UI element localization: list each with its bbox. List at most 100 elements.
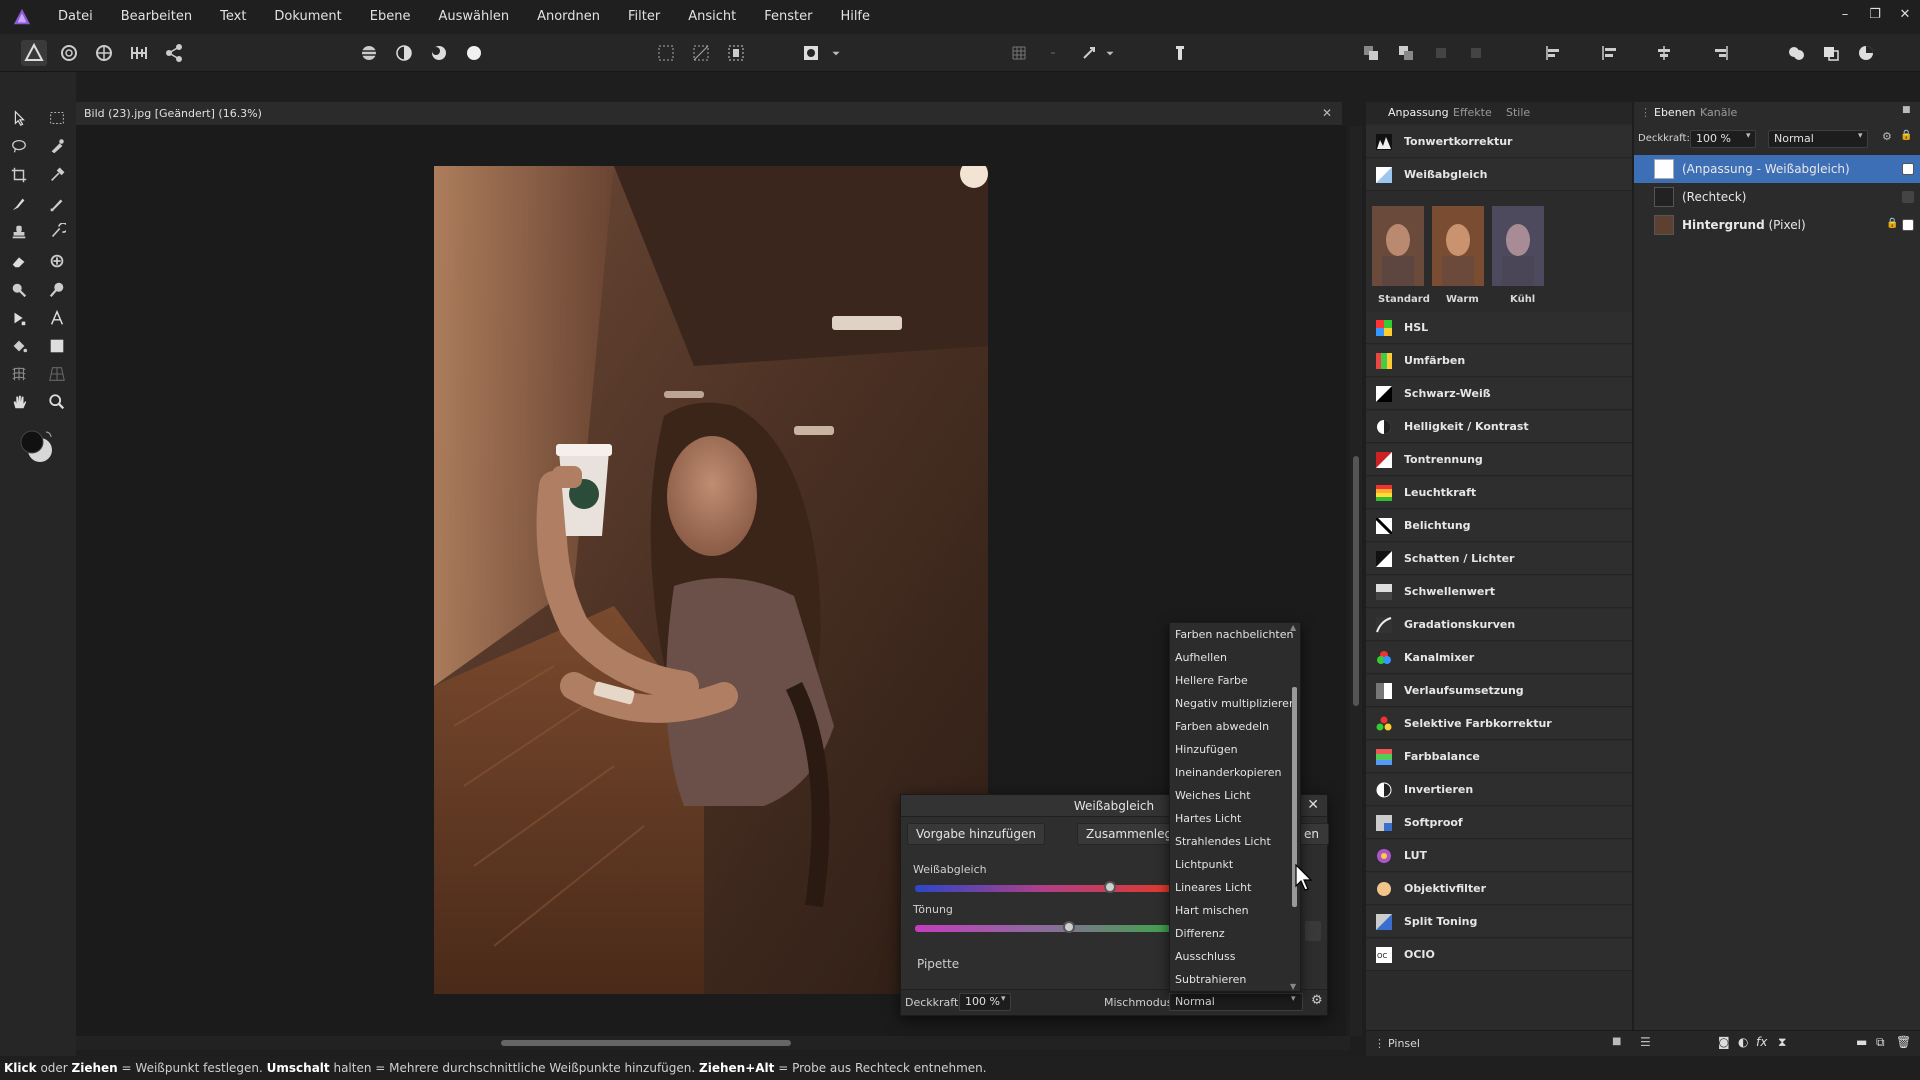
zoom-tool-icon[interactable] — [44, 390, 70, 414]
assistant-icon[interactable] — [1167, 40, 1193, 66]
panel-menu-icon[interactable]: ■ — [1902, 105, 1911, 115]
adj-item-leuchtkraft[interactable]: Leuchtkraft — [1366, 477, 1632, 509]
quick-mask-icon[interactable] — [798, 40, 824, 66]
drag-handle-icon[interactable]: ⋮ — [1374, 1037, 1385, 1050]
menu-text[interactable]: Text — [206, 0, 260, 34]
panel-menu-icon[interactable]: ■ — [1612, 1036, 1621, 1047]
blend-option[interactable]: Strahlendes Licht — [1170, 830, 1300, 853]
menu-dokument[interactable]: Dokument — [260, 0, 355, 34]
blend-option[interactable]: Weiches Licht — [1170, 784, 1300, 807]
tab-ebenen[interactable]: Ebenen — [1654, 106, 1695, 119]
adj-item-umfärben[interactable]: Umfärben — [1366, 345, 1632, 377]
close-window-button[interactable]: ✕ — [1890, 0, 1920, 34]
horizontal-scroll-thumb[interactable] — [501, 1040, 791, 1046]
adj-item-lut[interactable]: LUT — [1366, 840, 1632, 872]
restore-button[interactable]: ❐ — [1860, 0, 1890, 34]
tint-slider-knob[interactable] — [1062, 921, 1075, 933]
tab-effekte[interactable]: Effekte — [1453, 106, 1492, 119]
menu-filter[interactable]: Filter — [614, 0, 674, 34]
layer-row-white-balance[interactable]: (Anpassung - Weißabgleich) — [1634, 155, 1920, 183]
adj-item-ocio[interactable]: OC OCIO — [1366, 939, 1632, 971]
auto-contrast-icon[interactable] — [391, 40, 417, 66]
adj-item-softproof[interactable]: Softproof — [1366, 807, 1632, 839]
gear-icon[interactable]: ⚙ — [1311, 993, 1323, 1008]
group-icon[interactable]: ▬ — [1856, 1035, 1867, 1049]
auto-colors-icon[interactable] — [426, 40, 452, 66]
adj-item-schwarz-weiß[interactable]: Schwarz-Weiß — [1366, 378, 1632, 410]
boolean-subtract-icon[interactable] — [1818, 40, 1844, 66]
invert-selection-icon[interactable] — [723, 40, 749, 66]
blend-option[interactable]: Aufhellen — [1170, 646, 1300, 669]
adj-item-invertieren[interactable]: Invertieren — [1366, 774, 1632, 806]
text-tool-icon[interactable] — [44, 306, 70, 330]
white-balance-slider[interactable] — [915, 885, 1171, 892]
menu-bearbeiten[interactable]: Bearbeiten — [107, 0, 206, 34]
snapping-dropdown-icon[interactable] — [1104, 40, 1116, 66]
tab-anpassung[interactable]: Anpassung — [1388, 106, 1449, 119]
undo-brush-tool-icon[interactable] — [44, 220, 70, 244]
menu-ansicht[interactable]: Ansicht — [674, 0, 750, 34]
crop-tool-icon[interactable] — [6, 163, 32, 187]
preset-standard-thumbnail[interactable] — [1372, 206, 1424, 286]
export-persona-icon[interactable] — [161, 40, 187, 66]
node-tool-icon[interactable] — [6, 306, 32, 330]
rectangle-tool-icon[interactable] — [44, 334, 70, 358]
smudge-brush-tool-icon[interactable] — [44, 278, 70, 302]
layer-row-background[interactable]: Hintergrund (Pixel) 🔒 — [1634, 211, 1920, 239]
menu-datei[interactable]: Datei — [44, 0, 107, 34]
adj-item-gradationskurven[interactable]: Gradationskurven — [1366, 609, 1632, 641]
perspective-tool-icon[interactable] — [44, 362, 70, 386]
erase-brush-tool-icon[interactable] — [6, 249, 32, 273]
close-document-button[interactable]: ✕ — [1322, 106, 1332, 120]
canvas-horizontal-scrollbar[interactable] — [76, 1036, 1350, 1050]
menu-anordnen[interactable]: Anordnen — [523, 0, 614, 34]
adj-item-split-toning[interactable]: Split Toning — [1366, 906, 1632, 938]
view-tool-icon[interactable] — [6, 390, 32, 414]
live-filter-icon[interactable]: ⧗ — [1778, 1035, 1786, 1050]
layer-visibility-checkbox[interactable] — [1902, 191, 1914, 203]
adj-item-selektive-farbkorrektur[interactable]: Selektive Farbkorrektur — [1366, 708, 1632, 740]
menu-ebene[interactable]: Ebene — [356, 0, 425, 34]
blend-option[interactable]: Lineares Licht — [1170, 876, 1300, 899]
scroll-up-icon[interactable]: ▲ — [1290, 623, 1296, 632]
adj-item-verlaufsumsetzung[interactable]: Verlaufsumsetzung — [1366, 675, 1632, 707]
layers-opacity-dropdown-icon[interactable]: ▾ — [1746, 131, 1751, 141]
adj-item-kanalmixer[interactable]: Kanalmixer — [1366, 642, 1632, 674]
canvas-vertical-scrollbar[interactable] — [1350, 126, 1362, 1036]
layers-blend-dropdown-icon[interactable]: ▾ — [1858, 131, 1863, 141]
menu-fenster[interactable]: Fenster — [750, 0, 826, 34]
close-dialog-button[interactable]: ✕ — [1307, 797, 1319, 813]
lock-icon[interactable]: 🔒 — [1900, 130, 1912, 141]
auto-white-balance-icon[interactable] — [461, 40, 487, 66]
blend-option[interactable]: Ausschluss — [1170, 945, 1300, 968]
adj-item-farbbalance[interactable]: Farbbalance — [1366, 741, 1632, 773]
pixel-tool-icon[interactable] — [44, 192, 70, 216]
pipette-label[interactable]: Pipette — [917, 957, 959, 971]
adj-item-hsl[interactable]: HSL — [1366, 312, 1632, 344]
layer-visibility-checkbox[interactable] — [1902, 219, 1914, 231]
selection-brush-tool-icon[interactable] — [44, 134, 70, 158]
layer-row-rectangle[interactable]: (Rechteck) — [1634, 183, 1920, 211]
blend-option[interactable]: Hinzufügen — [1170, 738, 1300, 761]
adj-item-belichtung[interactable]: Belichtung — [1366, 510, 1632, 542]
scroll-down-icon[interactable]: ▼ — [1290, 982, 1296, 991]
move-tool-icon[interactable] — [6, 106, 32, 130]
blend-option[interactable]: Hellere Farbe — [1170, 669, 1300, 692]
vertical-scroll-thumb[interactable] — [1353, 456, 1359, 706]
tab-pinsel[interactable]: Pinsel — [1388, 1037, 1420, 1050]
blend-option[interactable]: Differenz — [1170, 922, 1300, 945]
mask-layer-icon[interactable]: ◙ — [1718, 1035, 1730, 1049]
blend-mode-dropdown-icon[interactable]: ▾ — [1291, 994, 1296, 1004]
freehand-selection-tool-icon[interactable] — [6, 134, 32, 158]
quick-mask-dropdown-icon[interactable] — [830, 40, 842, 66]
white-balance-slider-knob[interactable] — [1103, 881, 1116, 893]
select-all-icon[interactable] — [653, 40, 679, 66]
opacity-dropdown-icon[interactable]: ▾ — [1001, 994, 1006, 1004]
adj-item-tonwertkorrektur[interactable]: Tonwertkorrektur — [1366, 126, 1632, 158]
adjustment-layer-icon[interactable]: ◐ — [1738, 1035, 1748, 1049]
snapping-magnet-icon[interactable] — [1076, 40, 1102, 66]
adj-item-weissabgleich[interactable]: Weißabgleich — [1366, 159, 1632, 191]
tone-mapping-persona-icon[interactable] — [126, 40, 152, 66]
add-layer-icon[interactable]: ⧉ — [1876, 1035, 1885, 1050]
drag-handle-icon[interactable]: ⋮ — [1640, 106, 1651, 119]
